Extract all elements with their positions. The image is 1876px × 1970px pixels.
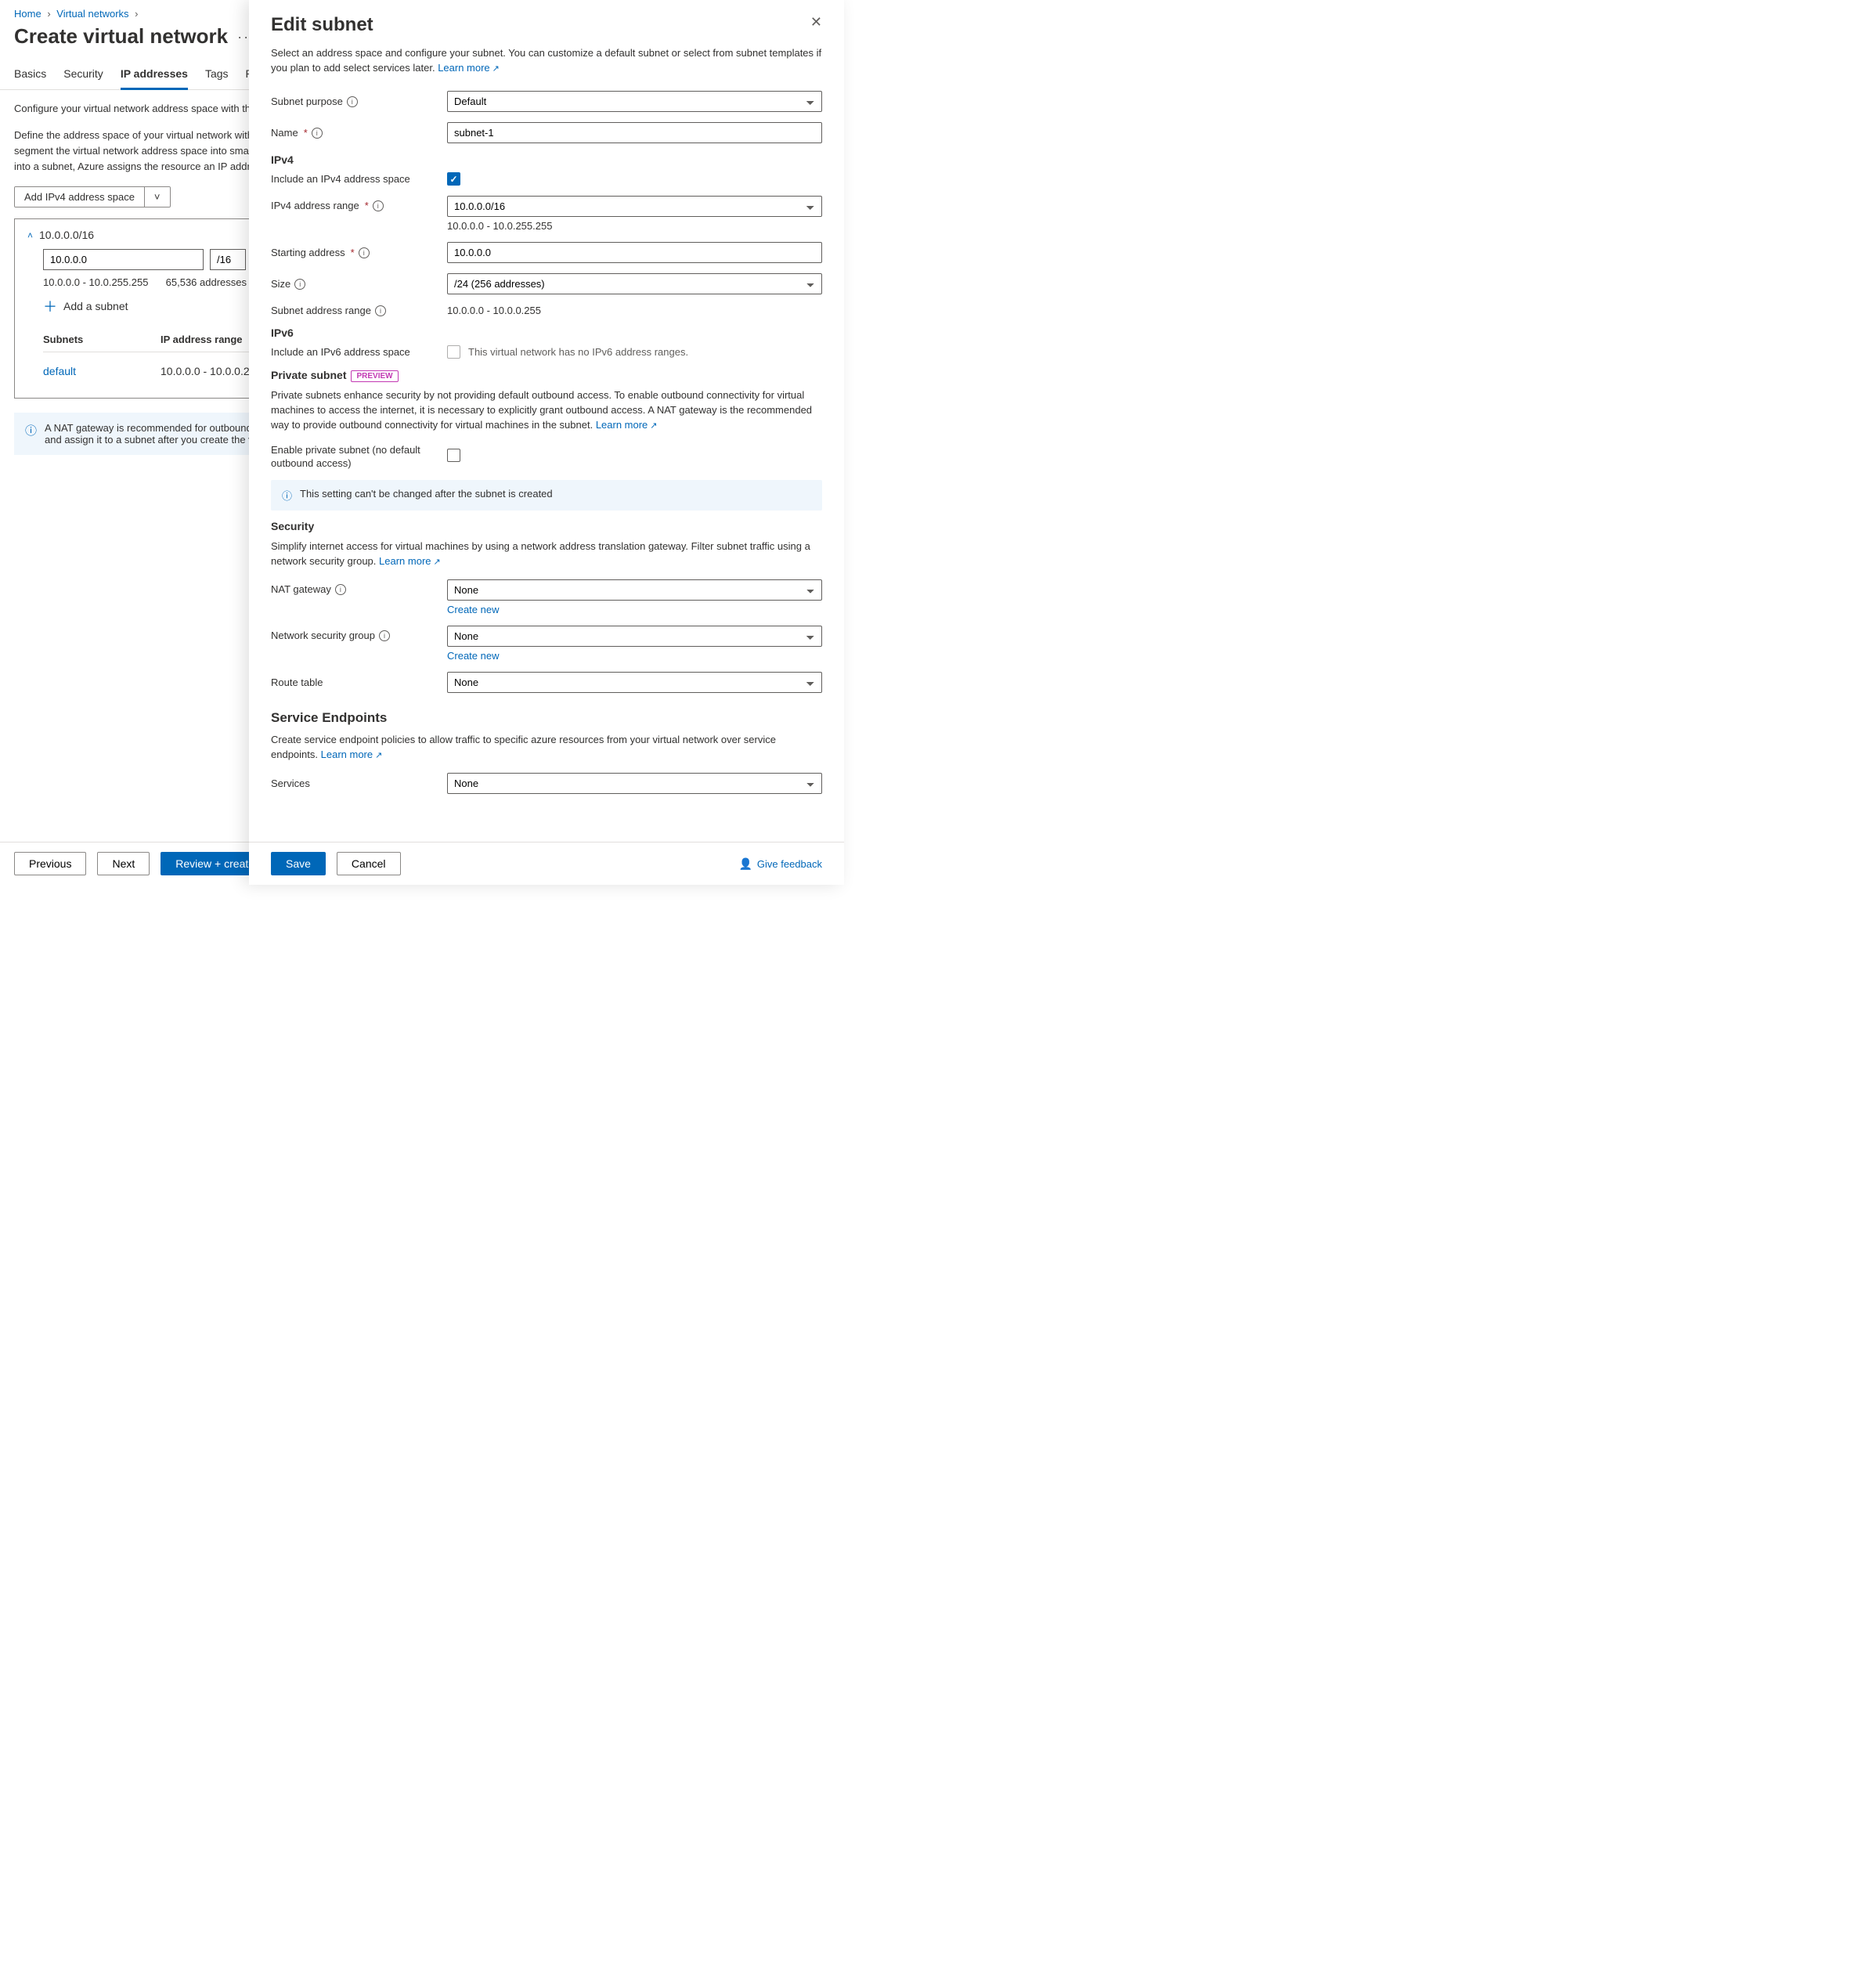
info-icon: ⓘ [25, 422, 37, 446]
panel-title: Edit subnet [271, 14, 373, 36]
close-icon[interactable]: ✕ [810, 14, 822, 31]
nsg-label: Network security group [271, 630, 375, 641]
route-table-label: Route table [271, 677, 323, 688]
panel-footer: Save Cancel 👤 Give feedback [249, 842, 844, 885]
chevron-down-icon[interactable]: ˅ [144, 187, 170, 207]
next-button[interactable]: Next [97, 852, 150, 875]
info-icon[interactable]: i [294, 279, 305, 290]
add-ipv4-space-main[interactable]: Add IPv4 address space [15, 187, 144, 207]
security-learn-more-link[interactable]: Learn more [379, 555, 441, 567]
nat-gateway-label: NAT gateway [271, 583, 331, 595]
name-label: Name [271, 127, 298, 139]
info-icon[interactable]: i [347, 96, 358, 107]
info-icon[interactable]: i [375, 305, 386, 316]
subnet-purpose-label: Subnet purpose [271, 96, 343, 107]
ipv4-heading: IPv4 [271, 153, 822, 166]
feedback-icon: 👤 [738, 857, 752, 871]
chevron-up-icon[interactable]: ˅ [27, 229, 33, 240]
enable-private-checkbox[interactable] [447, 449, 460, 462]
page-title: Create virtual network [14, 24, 228, 49]
mask-select[interactable] [210, 249, 246, 270]
subnet-link-default[interactable]: default [43, 365, 161, 377]
cancel-button[interactable]: Cancel [337, 852, 401, 875]
tab-security[interactable]: Security [63, 60, 103, 89]
size-label: Size [271, 278, 290, 290]
security-heading: Security [271, 520, 822, 532]
subnet-purpose-select[interactable]: Default [447, 91, 822, 112]
service-endpoints-desc: Create service endpoint policies to allo… [271, 732, 822, 763]
col-ip-range: IP address range [161, 334, 243, 345]
nsg-create-new-link[interactable]: Create new [447, 650, 822, 662]
info-icon[interactable]: i [379, 630, 390, 641]
include-ipv4-checkbox[interactable] [447, 172, 460, 186]
nsg-select[interactable]: None [447, 626, 822, 647]
route-table-select[interactable]: None [447, 672, 822, 693]
include-ipv4-label: Include an IPv4 address space [271, 173, 410, 185]
starting-address-label: Starting address [271, 247, 345, 258]
tab-basics[interactable]: Basics [14, 60, 46, 89]
address-range: 10.0.0.0 - 10.0.255.255 [43, 276, 148, 288]
enable-private-label: Enable private subnet (no default outbou… [271, 443, 447, 470]
private-info-box: ⓘ This setting can't be changed after th… [271, 480, 822, 511]
ipv4-range-helper: 10.0.0.0 - 10.0.255.255 [447, 220, 822, 232]
previous-button[interactable]: Previous [14, 852, 86, 875]
nat-gateway-select[interactable]: None [447, 579, 822, 601]
info-icon[interactable]: i [359, 247, 370, 258]
panel-intro: Select an address space and configure yo… [271, 45, 822, 77]
subnet-range-label: Subnet address range [271, 305, 371, 316]
address-space-cidr: 10.0.0.0/16 [39, 229, 94, 241]
ipv6-heading: IPv6 [271, 327, 822, 339]
edit-subnet-panel: Edit subnet ✕ Select an address space an… [249, 0, 844, 885]
nat-create-new-link[interactable]: Create new [447, 604, 822, 615]
address-input[interactable] [43, 249, 204, 270]
size-select[interactable]: /24 (256 addresses) [447, 273, 822, 294]
tab-tags[interactable]: Tags [205, 60, 229, 89]
starting-address-input[interactable] [447, 242, 822, 263]
preview-badge: PREVIEW [351, 370, 398, 382]
tab-ip-addresses[interactable]: IP addresses [121, 60, 188, 90]
subnet-range-value: 10.0.0.0 - 10.0.0.255 [447, 305, 541, 316]
address-count: 65,536 addresses [166, 276, 247, 288]
add-ipv4-space-button[interactable]: Add IPv4 address space ˅ [14, 186, 171, 207]
info-icon[interactable]: i [312, 128, 323, 139]
ipv6-note: This virtual network has no IPv6 address… [468, 346, 688, 358]
services-select[interactable]: None [447, 773, 822, 794]
name-input[interactable] [447, 122, 822, 143]
info-icon: ⓘ [282, 488, 292, 503]
plus-icon: ＋ [43, 296, 57, 316]
breadcrumb-home[interactable]: Home [14, 8, 41, 20]
private-subnet-desc: Private subnets enhance security by not … [271, 388, 822, 434]
info-icon[interactable]: i [373, 200, 384, 211]
ipv4-range-select[interactable]: 10.0.0.0/16 [447, 196, 822, 217]
col-subnets: Subnets [43, 334, 161, 345]
panel-learn-more-link[interactable]: Learn more [438, 62, 500, 74]
service-endpoints-heading: Service Endpoints [271, 710, 822, 726]
ipv4-range-label: IPv4 address range [271, 200, 359, 211]
breadcrumb-vnets[interactable]: Virtual networks [56, 8, 128, 20]
private-subnet-heading: Private subnetPREVIEW [271, 369, 822, 381]
include-ipv6-checkbox [447, 345, 460, 359]
save-button[interactable]: Save [271, 852, 326, 875]
include-ipv6-label: Include an IPv6 address space [271, 346, 410, 358]
services-label: Services [271, 778, 310, 789]
info-icon[interactable]: i [335, 584, 346, 595]
give-feedback-link[interactable]: 👤 Give feedback [738, 857, 822, 871]
private-learn-more-link[interactable]: Learn more [596, 419, 658, 431]
endpoints-learn-more-link[interactable]: Learn more [321, 749, 383, 760]
subnet-range: 10.0.0.0 - 10.0.0.255 [161, 365, 262, 377]
security-desc: Simplify internet access for virtual mac… [271, 539, 822, 570]
